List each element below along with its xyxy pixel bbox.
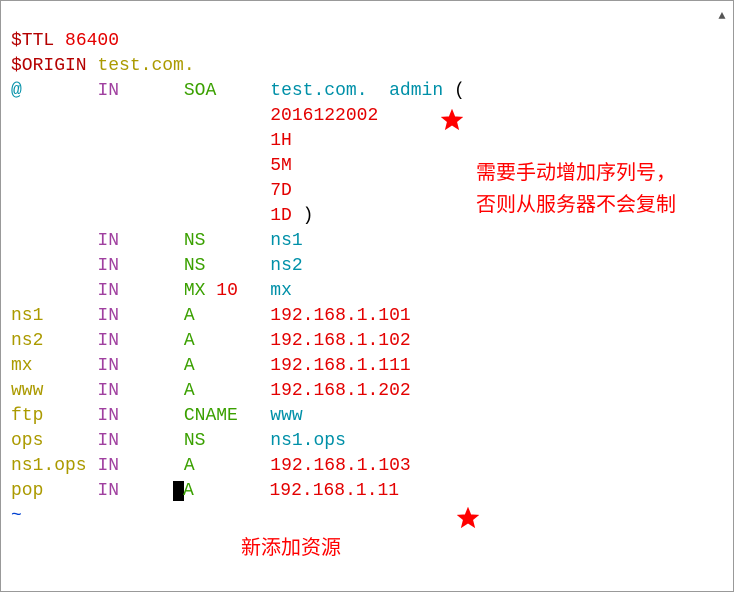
soa-mname: test.com. (270, 81, 367, 101)
rec-priority: 10 (216, 281, 238, 301)
soa-retry: 5M (270, 156, 292, 176)
star-icon (457, 507, 479, 529)
rec-class: IN (97, 256, 119, 276)
soa-minimum: 1D (270, 206, 292, 226)
rec-value: 192.168.1.111 (270, 356, 410, 376)
rec-name: www (11, 381, 43, 401)
soa-rname: admin (389, 81, 443, 101)
rec-type: MX (184, 281, 206, 301)
rec-class: IN (97, 331, 119, 351)
rec-value: 192.168.1.11 (269, 481, 399, 501)
rec-value: ns2 (270, 256, 302, 276)
rec-class: IN (97, 306, 119, 326)
rec-type: A (184, 306, 195, 326)
soa-refresh: 1H (270, 131, 292, 151)
rec-type: NS (184, 256, 206, 276)
rec-class: IN (97, 406, 119, 426)
soa-paren-open: ( (454, 81, 465, 101)
rec-value: 192.168.1.103 (270, 456, 410, 476)
rec-class: IN (97, 456, 119, 476)
rec-class: IN (97, 431, 119, 451)
rec-type: A (184, 331, 195, 351)
rec-value: ns1 (270, 231, 302, 251)
rec-value: www (270, 406, 302, 426)
soa-serial: 2016122002 (270, 106, 378, 126)
rec-class: IN (97, 356, 119, 376)
ttl-directive: $TTL (11, 31, 54, 51)
annotation-serial-line2: 否则从服务器不会复制 (476, 193, 676, 218)
rec-type: A (184, 356, 195, 376)
rec-type: NS (184, 431, 206, 451)
rec-class: IN (97, 231, 119, 251)
rec-type: CNAME (184, 406, 238, 426)
scroll-up-arrow[interactable]: ▲ (715, 4, 729, 18)
ttl-value: 86400 (65, 31, 119, 51)
rec-type: A (183, 481, 194, 501)
rec-name: ns1.ops (11, 456, 87, 476)
rec-value: 192.168.1.202 (270, 381, 410, 401)
rec-name: ns1 (11, 306, 43, 326)
rec-type: NS (184, 231, 206, 251)
rec-name: ftp (11, 406, 43, 426)
soa-name: @ (11, 81, 22, 101)
rec-name: pop (11, 481, 43, 501)
soa-paren-close: ) (303, 206, 314, 226)
annotation-new-record: 新添加资源 (241, 536, 341, 561)
zonefile-content[interactable]: $TTL 86400 $ORIGIN test.com. @ IN SOA te… (11, 29, 465, 529)
rec-value: mx (270, 281, 292, 301)
soa-class: IN (97, 81, 119, 101)
rec-type: A (184, 381, 195, 401)
rec-value: 192.168.1.102 (270, 331, 410, 351)
soa-expire: 7D (270, 181, 292, 201)
rec-class: IN (97, 381, 119, 401)
rec-class: IN (97, 281, 119, 301)
rec-name: ns2 (11, 331, 43, 351)
empty-line-tilde: ~ (11, 506, 22, 526)
star-icon (441, 109, 463, 131)
origin-domain: test.com. (97, 56, 194, 76)
rec-name: ops (11, 431, 43, 451)
rec-name: mx (11, 356, 33, 376)
soa-type: SOA (184, 81, 216, 101)
rec-value: ns1.ops (270, 431, 346, 451)
rec-type: A (184, 456, 195, 476)
annotation-serial-line1: 需要手动增加序列号， (476, 161, 676, 186)
rec-value: 192.168.1.101 (270, 306, 410, 326)
rec-class: IN (97, 481, 119, 501)
origin-directive: $ORIGIN (11, 56, 87, 76)
